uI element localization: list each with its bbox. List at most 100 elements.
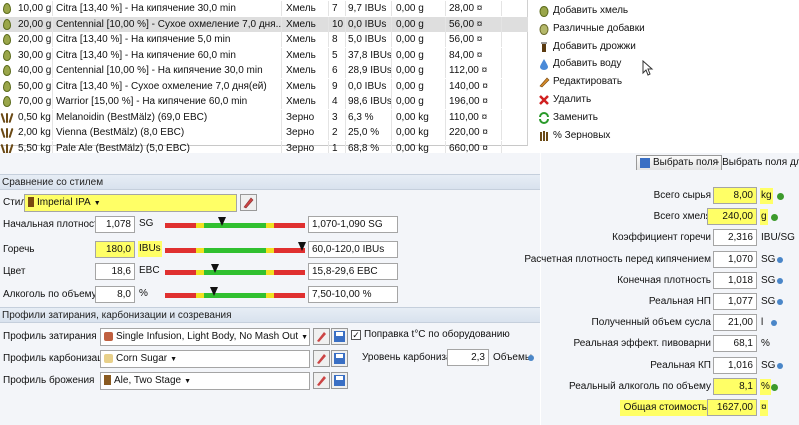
cell-amount: 2,00 kg [0, 125, 53, 140]
stat-label: Конечная плотность [617, 274, 711, 286]
table-row[interactable]: 2,00 kg Vienna (BestMälz) (8,0 EBC) Зерно 2… [0, 125, 528, 141]
style-edit-button[interactable] [240, 194, 257, 211]
ferm-edit-button[interactable] [313, 372, 330, 389]
action-label: Заменить [553, 111, 598, 123]
table-row[interactable]: 10,00 g Citra [13,40 %] - На кипячение 30… [0, 1, 528, 17]
green-status-dot-icon [777, 193, 784, 200]
mash-save-button[interactable] [331, 328, 348, 345]
mash-edit-button[interactable] [313, 328, 330, 345]
stat-unit: kg [760, 188, 773, 204]
choose-fields-button[interactable]: Выбрать поля [636, 155, 723, 171]
stats-header: Выбрать поля - Выбрать поля для [541, 153, 799, 171]
edit-pencil-icon [317, 332, 326, 342]
cell-step: 8 [329, 32, 346, 47]
style-marker-icon [210, 287, 218, 296]
table-row[interactable]: 20,00 g Citra [13,40 %] - На кипячение 5,… [0, 32, 528, 48]
table-row[interactable]: 50,00 g Citra [13,40 %] - Сухое охмеление… [0, 78, 528, 95]
edit-pencil-icon [317, 376, 326, 386]
cell-type: Хмель [282, 32, 329, 47]
stat-label: Расчетная плотность перед кипячением [524, 253, 711, 265]
style-select[interactable]: Imperial IPA ▼ [24, 194, 237, 212]
style-marker-icon [211, 264, 220, 273]
cell-cost: 110,00 ¤ [446, 109, 502, 125]
water-drop-icon [540, 59, 548, 71]
carb-edit-button[interactable] [313, 350, 330, 367]
ferm-profile-select[interactable]: Ale, Two Stage ▼ [100, 372, 310, 390]
carb-level-input[interactable]: 2,3 [447, 349, 489, 366]
cell-type: Зерно [282, 125, 329, 140]
ferm-save-button[interactable] [331, 372, 348, 389]
cell-amount: 0,50 kg [0, 109, 53, 125]
cell-contrib: 5,0 IBUs [346, 32, 392, 47]
table-row[interactable]: 30,00 g Citra [13,40 %] - На кипячение 60… [0, 47, 528, 64]
cell-amount: 40,00 g [0, 63, 53, 78]
save-icon [334, 331, 345, 342]
profiles-section-header: Профили затирания, карбонизации и созрев… [0, 307, 540, 323]
cell-step: 9 [329, 78, 346, 94]
cell-name: Warrior [15,00 %] - На кипячение 60,0 mi… [53, 94, 282, 109]
style-row-label: Алкоголь по объему [3, 289, 97, 300]
cell-percent: 0,00 g [392, 32, 446, 47]
table-row[interactable]: 40,00 g Centennial [10,00 %] - На кипячен… [0, 63, 528, 79]
cell-amount: 50,00 g [0, 78, 53, 94]
cell-type: Хмель [282, 94, 329, 109]
style-section-header: Сравнение со стилем [0, 174, 540, 190]
blue-status-dot-icon [777, 299, 783, 305]
yeast-icon [541, 41, 547, 52]
ferm-profile-label: Профиль брожения [3, 375, 95, 386]
carb-profile-value: Corn Sugar [116, 353, 168, 364]
cell-type: Хмель [282, 1, 329, 16]
stat-label: Всего хмеля [653, 211, 711, 223]
cell-percent: 0,00 g [392, 94, 446, 109]
carb-level-unit: Объемы [493, 352, 533, 363]
mash-profile-select[interactable]: Single Infusion, Light Body, No Mash Out… [100, 328, 310, 346]
carb-profile-label: Профиль карбонизации [3, 353, 115, 364]
fields-icon [640, 158, 650, 168]
stat-label: Реальная НП [648, 296, 711, 307]
table-row[interactable]: 0,50 kg Melanoidin (BestMälz) (69,0 EBC) З… [0, 109, 528, 126]
action-label: % Зерновых [553, 129, 611, 141]
info-dot-icon [528, 355, 534, 361]
save-icon [334, 353, 345, 364]
style-row-value: 180,0 [95, 241, 135, 258]
stat-unit: IBU/SG [761, 232, 795, 244]
style-row-unit: EBC [139, 265, 160, 276]
cell-type: Зерно [282, 109, 329, 125]
carb-save-button[interactable] [331, 350, 348, 367]
edit-pencil-icon [243, 197, 254, 209]
stat-unit: % [760, 378, 771, 395]
cell-cost: 56,00 ¤ [446, 16, 502, 32]
misc-icon [539, 23, 549, 35]
cell-cost: 84,00 ¤ [446, 47, 502, 63]
correction-checkbox[interactable]: ✓ [351, 330, 361, 340]
table-row[interactable]: 20,00 g Centennial [10,00 %] - Сухое охме… [0, 16, 528, 32]
style-row-label: Начальная плотность [3, 219, 104, 230]
style-range-bar [165, 287, 305, 298]
stat-unit: ¤ [760, 400, 768, 416]
cell-cost: 56,00 ¤ [446, 32, 502, 47]
chevron-down-icon: ▼ [170, 356, 178, 363]
cell-cost: 196,00 ¤ [446, 94, 502, 109]
mouse-cursor-icon [642, 60, 654, 76]
cell-name: Vienna (BestMälz) (8,0 EBC) [53, 125, 282, 140]
cell-step: 10 [329, 16, 346, 32]
action-label: Удалить [553, 94, 592, 105]
cell-contrib: 98,6 IBUs [348, 94, 392, 109]
style-marker-icon [218, 217, 227, 226]
style-row-unit: IBUs [138, 241, 162, 257]
action-label: Добавить дрожжи [553, 40, 636, 52]
cell-contrib: 0,0 IBUs [346, 16, 392, 32]
cell-cost: 140,00 ¤ [446, 78, 502, 94]
cell-amount: 30,00 g [0, 47, 53, 63]
correction-label: Поправка t°C по оборудованию [364, 329, 510, 340]
style-row-unit: SG [139, 218, 154, 229]
style-select-value: Imperial IPA [37, 197, 91, 208]
style-comparison-panel: Сравнение со стилем Стиль Imperial IPA ▼ … [0, 153, 540, 425]
style-row-unit: % [139, 288, 148, 299]
chevron-down-icon: ▼ [93, 200, 101, 207]
cell-percent: 0,00 kg [392, 109, 446, 125]
cell-contrib: 9,7 IBUs [346, 1, 392, 16]
table-row[interactable]: 70,00 g Warrior [15,00 %] - На кипячение … [0, 94, 528, 110]
cell-percent: 0,00 g [392, 1, 446, 16]
carb-profile-select[interactable]: Corn Sugar ▼ [100, 350, 310, 368]
